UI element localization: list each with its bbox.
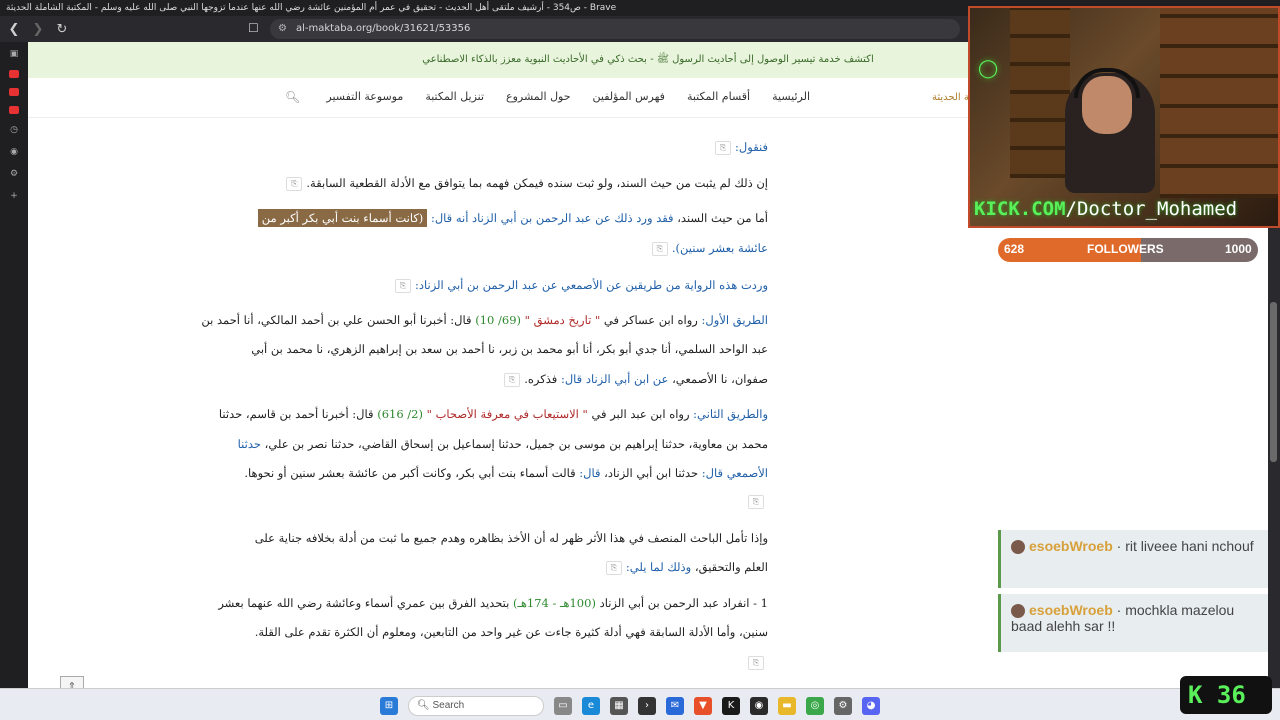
history-icon[interactable]: ◷ — [8, 124, 20, 136]
scrollbar-thumb[interactable] — [1270, 302, 1277, 462]
paragraph: 1 - انفراد عبد الرحمن بن أبي الزناد (100… — [218, 596, 768, 610]
paragraph: العلم والتحقيق، وذلك لما يلي:⎘ — [602, 560, 768, 575]
copy-icon[interactable]: ⎘ — [395, 279, 411, 293]
add-icon[interactable]: + — [8, 190, 20, 202]
chat-text: rit liveee hani nchouf — [1125, 538, 1254, 554]
windows-start-icon[interactable]: ⊞ — [380, 697, 398, 715]
settings-icon[interactable]: ⚙ — [834, 697, 852, 715]
channel-url: KICK.COM/Doctor_Mohamed — [974, 198, 1238, 220]
bookmark-icon[interactable]: ☐ — [248, 21, 259, 35]
bookshelf — [1010, 8, 1070, 178]
chat-username: esoebWroeb — [1029, 538, 1113, 554]
terminal-icon[interactable]: › — [638, 697, 656, 715]
taskbar: ⊞ 🔍︎ Search ▭ e ▦ › ✉ ▼ K ◉ ▬ ◎ ⚙ ◕ — [0, 688, 1280, 720]
copy-icon[interactable]: ⎘ — [715, 141, 732, 155]
address-bar[interactable]: ⚙ al-maktaba.org/book/31621/53356 — [270, 19, 960, 39]
chrome-icon[interactable]: ◎ — [806, 697, 824, 715]
task-view-icon[interactable]: ▭ — [554, 697, 572, 715]
site-info-icon[interactable]: ⚙ — [278, 19, 287, 39]
webcam-overlay: ◯ KICK.COM/Doctor_Mohamed — [968, 6, 1280, 228]
paragraph: أما من حيث السند، فقد ورد ذلك عن عبد الر… — [257, 209, 768, 227]
menu-item-download[interactable]: تنزيل المكتبة — [425, 90, 484, 103]
paragraph: صفوان، نا الأصمعي، عن ابن أبي الزناد قال… — [500, 372, 768, 387]
copy-icon[interactable]: ⎘ — [286, 177, 303, 191]
youtube-icon[interactable] — [9, 106, 19, 114]
paragraph: وردت هذه الرواية من طريقين عن الأصمعي عن… — [391, 278, 768, 293]
discord-icon[interactable]: ◕ — [862, 697, 880, 715]
url-text: al-maktaba.org/book/31621/53356 — [296, 23, 471, 34]
chat-username: esoebWroeb — [1029, 602, 1113, 618]
menu-item-sections[interactable]: أقسام المكتبة — [687, 90, 750, 103]
copy-icon[interactable]: ⎘ — [651, 242, 668, 256]
menu-item-home[interactable]: الرئيسية — [772, 90, 810, 103]
viewer-count-overlay: K 36 — [1180, 676, 1272, 714]
headset — [1074, 68, 1140, 98]
scroll-to-top-button[interactable]: ⇑ — [60, 676, 84, 688]
brave-icon[interactable]: ▼ — [694, 697, 712, 715]
kick-app-icon[interactable]: K — [722, 697, 740, 715]
youtube-icon[interactable] — [9, 88, 19, 96]
calculator-icon[interactable]: ▦ — [610, 697, 628, 715]
menu-item-about[interactable]: حول المشروع — [506, 90, 571, 103]
copy-icon[interactable]: ⎘ — [605, 561, 622, 575]
paragraph: ⎘ — [744, 494, 768, 509]
folder-icon[interactable]: ▬ — [778, 697, 796, 715]
banner-text[interactable]: اكتشف خدمة تيسير الوصول إلى أحاديث الرسو… — [422, 54, 873, 65]
search-icon[interactable]: 🔍︎ — [285, 90, 300, 104]
paragraph: الأصمعي قال: حدثنا ابن أبي الزناد، قال: … — [244, 466, 768, 480]
neon-sign: ◯ — [978, 58, 999, 79]
followers-current: 628 — [1004, 242, 1025, 256]
paragraph: عبد الواحد السلمي، أنا جدي أبو بكر، أنا … — [251, 342, 768, 356]
mail-icon[interactable]: ✉ — [666, 697, 684, 715]
taskbar-search[interactable]: 🔍︎ Search — [408, 696, 544, 716]
youtube-icon[interactable] — [9, 70, 19, 78]
copy-icon[interactable]: ⎘ — [748, 656, 764, 670]
avatar — [1011, 540, 1025, 555]
obs-icon[interactable]: ◉ — [750, 697, 768, 715]
paragraph: ⎘ — [744, 655, 768, 670]
browser-sidebar: ▣ ◷ ◉ ⚙ + — [0, 42, 28, 688]
paragraph: سنين، وأما الأدلة السابقة فهي أدلة كثيرة… — [254, 625, 768, 639]
paragraph: فنقول:⎘ — [711, 140, 768, 155]
edge-icon[interactable]: e — [582, 697, 600, 715]
paragraph: عائشة بعشر سنين).⎘ — [648, 241, 768, 256]
followers-goal: 1000 — [1225, 242, 1252, 256]
paragraph: وإذا تأمل الباحث المنصف في هذا الأثر ظهر… — [254, 531, 768, 545]
paragraph: الطريق الأول: رواه ابن عساكر في " تاريخ … — [201, 313, 768, 327]
forward-icon[interactable]: ❯ — [28, 22, 48, 37]
kick-logo-icon: K — [1188, 681, 1203, 709]
selected-text[interactable]: (كانت أسماء بنت أبي بكر أكبر من — [257, 209, 428, 227]
followers-label: FOLLOWERS — [1087, 242, 1164, 256]
paragraph: إن ذلك لم يثبت من حيث السند، ولو ثبت سند… — [282, 176, 768, 191]
chat-message: esoebWroeb · rit liveee hani nchouf — [998, 530, 1268, 588]
settings-icon[interactable]: ⚙ — [8, 168, 20, 180]
sidebar-panel-icon[interactable]: ▣ — [8, 48, 20, 60]
menu-item-authors[interactable]: فهرس المؤلفين — [593, 90, 665, 103]
extension-icon[interactable]: ◉ — [8, 146, 20, 158]
paragraph: محمد بن معاوية، حدثنا إبراهيم بن موسى بن… — [237, 437, 768, 451]
viewer-count: 36 — [1216, 681, 1246, 709]
reload-icon[interactable]: ↻ — [52, 22, 72, 37]
menu-item-tafsir[interactable]: موسوعة التفسير — [326, 90, 403, 103]
copy-icon[interactable]: ⎘ — [504, 373, 521, 387]
chat-message: esoebWroeb · mochkla mazelou baad alehh … — [998, 594, 1268, 652]
follower-goal-bar: 628 FOLLOWERS 1000 — [998, 238, 1258, 262]
paragraph: والطريق الثاني: رواه ابن عبد البر في " ا… — [218, 407, 768, 421]
bookshelf — [1160, 8, 1278, 198]
copy-icon[interactable]: ⎘ — [748, 495, 764, 509]
back-icon[interactable]: ❮ — [4, 22, 24, 37]
avatar — [1011, 604, 1025, 619]
